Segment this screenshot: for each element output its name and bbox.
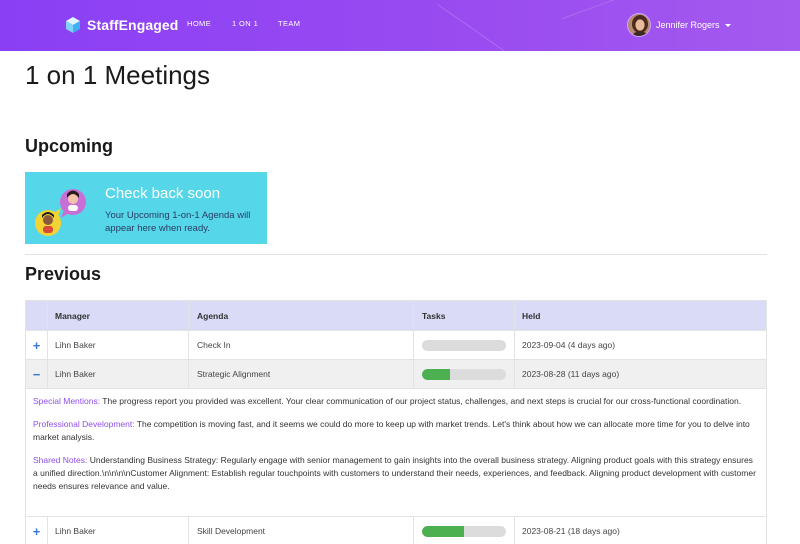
- user-avatar: [627, 13, 651, 37]
- held-cell: 2023-09-04 (4 days ago): [522, 340, 616, 350]
- table-row[interactable]: + Lihn Baker Check In 2023-09-04 (4 days…: [26, 331, 766, 360]
- column-header-held[interactable]: Held: [515, 301, 766, 330]
- special-mentions: Special Mentions: The progress report yo…: [33, 395, 759, 408]
- top-navbar: StaffEngaged HOME 1 ON 1 TEAM Jennifer R…: [0, 0, 800, 51]
- column-header-agenda[interactable]: Agenda: [189, 301, 414, 330]
- special-mentions-label: Special Mentions:: [33, 396, 101, 406]
- column-header-manager[interactable]: Manager: [48, 301, 189, 330]
- expand-row-button[interactable]: +: [26, 517, 48, 544]
- manager-cell: Lihn Baker: [48, 331, 189, 359]
- user-menu[interactable]: Jennifer Rogers: [627, 12, 731, 38]
- upcoming-notice: Check back soon Your Upcoming 1-on-1 Age…: [25, 172, 267, 244]
- collapse-row-button[interactable]: −: [26, 360, 48, 388]
- upcoming-heading: Upcoming: [25, 136, 113, 156]
- navbar-decoration: [561, 0, 619, 20]
- agenda-cell: Skill Development: [189, 517, 414, 544]
- held-cell: 2023-08-21 (18 days ago): [522, 526, 620, 536]
- manager-cell: Lihn Baker: [48, 360, 189, 388]
- progress-fill: [422, 368, 450, 380]
- plus-icon: +: [32, 523, 41, 539]
- manager-cell: Lihn Baker: [48, 517, 189, 544]
- chevron-down-icon: [724, 23, 731, 27]
- column-header-tasks[interactable]: Tasks: [414, 301, 515, 330]
- professional-development: Professional Development: The competitio…: [33, 418, 759, 444]
- tasks-progress-bar: [422, 339, 506, 351]
- chat-people-illustration-icon: [35, 189, 86, 236]
- nav-team[interactable]: TEAM: [278, 19, 300, 28]
- agenda-cell: Check In: [189, 331, 414, 359]
- expand-row-button[interactable]: +: [26, 331, 48, 359]
- brand-logo-link[interactable]: StaffEngaged: [64, 15, 178, 35]
- tasks-progress-bar: [422, 368, 506, 380]
- table-header-row: Manager Agenda Tasks Held: [26, 301, 766, 331]
- held-cell: 2023-08-28 (11 days ago): [522, 369, 620, 379]
- logo-icon: [64, 16, 82, 34]
- notice-text: Your Upcoming 1-on-1 Agenda will appear …: [105, 210, 251, 234]
- previous-heading: Previous: [25, 264, 102, 284]
- progress-fill: [422, 525, 464, 537]
- table-row[interactable]: + Lihn Baker Skill Development 2023-08-2…: [26, 517, 766, 544]
- shared-notes: Shared Notes: Understanding Business Str…: [33, 454, 759, 493]
- nav-1on1[interactable]: 1 ON 1: [232, 19, 258, 28]
- tasks-cell: [414, 360, 515, 388]
- user-name: Jennifer Rogers: [656, 20, 720, 30]
- professional-development-text: The competition is moving fast, and it s…: [33, 419, 750, 442]
- tasks-cell: [414, 331, 515, 359]
- tasks-cell: [414, 517, 515, 544]
- minus-icon: −: [32, 366, 41, 382]
- meeting-details: Special Mentions: The progress report yo…: [26, 389, 766, 517]
- section-divider: [25, 254, 767, 255]
- nav-home[interactable]: HOME: [187, 19, 211, 28]
- notice-title: Check back soon: [105, 185, 221, 202]
- special-mentions-text: The progress report you provided was exc…: [100, 396, 742, 406]
- professional-development-label: Professional Development:: [33, 419, 135, 429]
- shared-notes-label: Shared Notes:: [33, 455, 88, 465]
- navbar-decoration: [437, 4, 513, 51]
- table-header-toggle: [26, 301, 48, 330]
- agenda-cell: Strategic Alignment: [189, 360, 414, 388]
- meetings-table: Manager Agenda Tasks Held + Lihn Baker C…: [25, 300, 767, 544]
- shared-notes-text: Understanding Business Strategy: Regular…: [33, 455, 756, 491]
- tasks-progress-bar: [422, 525, 506, 537]
- page-title: 1 on 1 Meetings: [25, 60, 211, 90]
- table-row[interactable]: − Lihn Baker Strategic Alignment 2023-08…: [26, 360, 766, 389]
- plus-icon: +: [32, 337, 41, 353]
- brand-name: StaffEngaged: [87, 17, 179, 33]
